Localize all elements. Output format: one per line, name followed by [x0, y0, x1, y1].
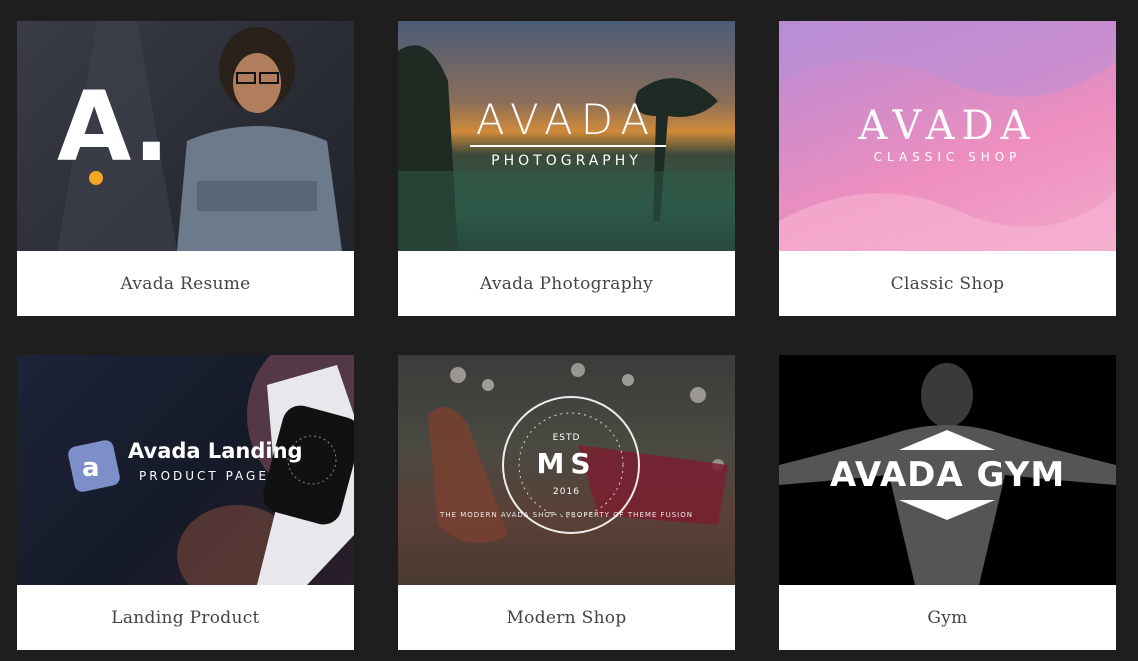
- demo-card-avada-resume[interactable]: A. Avada Resume: [17, 21, 354, 316]
- resume-logo-dot: [89, 171, 103, 185]
- demo-thumbnail-resume[interactable]: A.: [17, 21, 354, 251]
- photography-logo-sub: PHOTOGRAPHY: [491, 153, 642, 169]
- demo-card-landing-product[interactable]: a Avada Landing PRODUCT PAGE Landing Pro…: [17, 355, 354, 650]
- demo-thumbnail-photography[interactable]: AVADA PHOTOGRAPHY: [398, 21, 735, 251]
- card-title[interactable]: Gym: [779, 585, 1116, 650]
- card-title[interactable]: Avada Photography: [398, 251, 735, 316]
- modern-shop-logo-ring-text: THE MODERN AVADA SHOP · PROPERTY OF THEM…: [440, 511, 693, 519]
- photography-logo-divider: [470, 145, 666, 147]
- modern-shop-logo-year: 2016: [553, 487, 580, 497]
- modern-shop-logo-main: MS: [536, 447, 597, 480]
- landing-logo-sub: PRODUCT PAGE: [139, 469, 269, 483]
- demo-thumbnail-landing[interactable]: a Avada Landing PRODUCT PAGE: [17, 355, 354, 585]
- demo-card-gym[interactable]: AVADA GYM Gym: [779, 355, 1116, 650]
- photography-logo-main: AVADA: [475, 95, 658, 144]
- demo-thumbnail-modern-shop[interactable]: ESTD MS 2016 THE MODERN AVADA SHOP · PRO…: [398, 355, 735, 585]
- demo-card-modern-shop[interactable]: ESTD MS 2016 THE MODERN AVADA SHOP · PRO…: [398, 355, 735, 650]
- demo-card-avada-photography[interactable]: AVADA PHOTOGRAPHY Avada Photography: [398, 21, 735, 316]
- resume-logo: A.: [57, 71, 170, 183]
- landing-logo-letter: a: [82, 453, 100, 483]
- demo-thumbnail-classic-shop[interactable]: AVADA CLASSIC SHOP: [779, 21, 1116, 251]
- demo-card-classic-shop[interactable]: AVADA CLASSIC SHOP Classic Shop: [779, 21, 1116, 316]
- modern-shop-logo-estd: ESTD: [552, 433, 581, 443]
- card-title[interactable]: Modern Shop: [398, 585, 735, 650]
- classic-shop-logo-sub: CLASSIC SHOP: [873, 150, 1022, 164]
- card-title[interactable]: Avada Resume: [17, 251, 354, 316]
- classic-shop-logo-main: AVADA: [858, 103, 1037, 149]
- card-title[interactable]: Landing Product: [17, 585, 354, 650]
- demo-thumbnail-gym[interactable]: AVADA GYM: [779, 355, 1116, 585]
- card-title[interactable]: Classic Shop: [779, 251, 1116, 316]
- gym-logo-main: AVADA GYM: [829, 455, 1066, 495]
- landing-logo-main: Avada Landing: [128, 439, 303, 463]
